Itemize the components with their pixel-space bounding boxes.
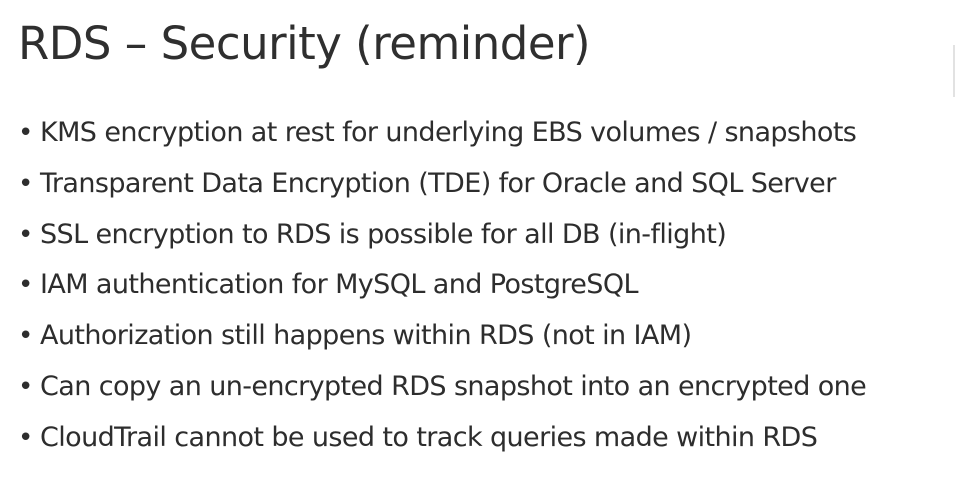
bullet-icon: • bbox=[18, 168, 33, 199]
bullet-icon: • bbox=[18, 219, 33, 250]
bullet-text: Can copy an un-encrypted RDS snapshot in… bbox=[40, 370, 867, 402]
bullet-text: CloudTrail cannot be used to track queri… bbox=[40, 421, 818, 453]
slide: RDS – Security (reminder) • KMS encryptio… bbox=[0, 0, 955, 486]
bullet-item: • Authorization still happens within RDS … bbox=[18, 311, 866, 362]
bullet-item: • SSL encryption to RDS is possible for a… bbox=[18, 210, 866, 261]
bullet-icon: • bbox=[18, 118, 33, 148]
bullet-item: • Can copy an un-encrypted RDS snapshot i… bbox=[18, 362, 867, 413]
bullet-text: Transparent Data Encryption (TDE) for Or… bbox=[40, 167, 836, 199]
bullet-icon: • bbox=[18, 422, 33, 453]
bullet-icon: • bbox=[18, 371, 33, 402]
bullet-item: • Transparent Data Encryption (TDE) for O… bbox=[18, 159, 866, 210]
slide-title: RDS – Security (reminder) bbox=[18, 17, 591, 70]
bullet-item: • IAM authentication for MySQL and Postgr… bbox=[18, 260, 866, 311]
bullet-item: • KMS encryption at rest for underlying E… bbox=[18, 108, 866, 159]
bullet-text: SSL encryption to RDS is possible for al… bbox=[40, 218, 727, 250]
bullet-text: KMS encryption at rest for underlying EB… bbox=[40, 117, 857, 148]
bullet-icon: • bbox=[18, 270, 33, 301]
bullet-text: IAM authentication for MySQL and Postgre… bbox=[40, 269, 639, 301]
bullet-text: Authorization still happens within RDS (… bbox=[40, 320, 692, 352]
bullet-list: • KMS encryption at rest for underlying E… bbox=[18, 108, 867, 464]
bullet-icon: • bbox=[18, 321, 33, 352]
bullet-item: • CloudTrail cannot be used to track quer… bbox=[18, 413, 866, 464]
